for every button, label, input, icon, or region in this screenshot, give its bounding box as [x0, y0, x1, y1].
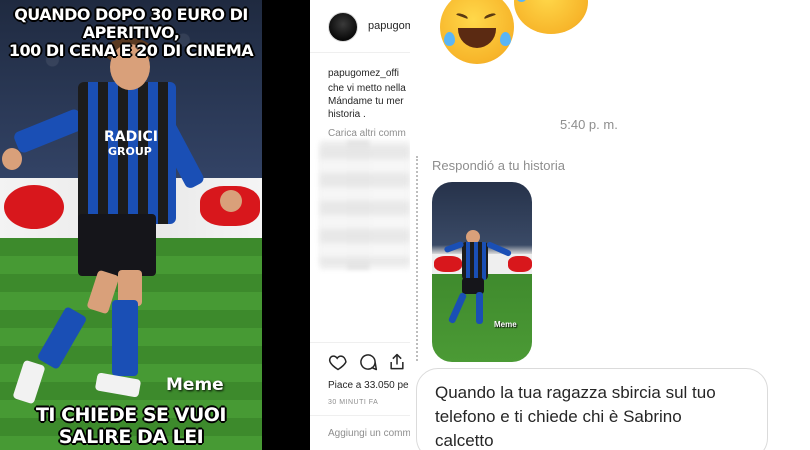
- story-reply-label: Respondió a tu historia: [432, 158, 565, 173]
- divider: [310, 52, 410, 53]
- message-line-3: calcetto: [435, 431, 494, 450]
- story-thumbnail[interactable]: Meme: [432, 182, 532, 362]
- reply-indicator-line: [416, 156, 418, 361]
- laughing-emoji-icon: [514, 0, 588, 34]
- instagram-post: papugom papugomez_offi che vi metto nell…: [310, 0, 410, 450]
- meme-bottom-caption: TI CHIEDE SE VUOI SALIRE DA LEI: [0, 404, 262, 448]
- shirt-sponsor: RADICI: [104, 129, 158, 145]
- blurred-comments-overlay: [320, 145, 410, 265]
- caption-line-2: Mándame tu mer: [328, 96, 404, 107]
- avatar[interactable]: [328, 12, 358, 42]
- divider: [310, 415, 410, 416]
- meme-watermark: Meme: [166, 375, 224, 395]
- laughing-emoji-icon: [440, 0, 514, 64]
- message-line-1: Quando la tua ragazza sbircia sul tuo: [435, 383, 716, 402]
- message-timestamp: 5:40 p. m.: [560, 117, 618, 132]
- shirt-sponsor-group: GROUP: [108, 145, 152, 158]
- meme-bottom-caption-line2: SALIRE DA LEI: [58, 426, 204, 448]
- divider: [310, 342, 410, 343]
- message-line-2: telefono e ti chiede chi è Sabrino: [435, 407, 682, 426]
- meme-top-caption-line1: QUANDO DOPO 30 EURO DI APERITIVO,: [14, 5, 248, 42]
- likes-count[interactable]: Piace a 33.050 pe: [328, 380, 409, 391]
- caption-line-1: che vi metto nella: [328, 83, 406, 94]
- post-timestamp: 30 MINUTI FA: [328, 399, 379, 406]
- share-icon[interactable]: [387, 352, 407, 372]
- heart-icon[interactable]: [328, 352, 348, 372]
- meme-image: RADICI GROUP QUANDO DOPO 30 EURO DI APER…: [0, 0, 262, 450]
- direct-message-thread: 5:40 p. m. Respondió a tu historia Meme …: [410, 0, 810, 450]
- meme-top-caption-line2: 100 DI CENA E 20 DI CINEMA: [8, 41, 254, 60]
- add-comment-input[interactable]: Aggiungi un comm: [328, 428, 410, 439]
- divider-strip: [262, 0, 310, 450]
- story-watermark: Meme: [494, 320, 517, 329]
- caption-username[interactable]: papugomez_offi: [328, 68, 399, 79]
- meme-bottom-caption-line1: TI CHIEDE SE VUOI: [35, 404, 227, 426]
- caption-line-3: historia .: [328, 109, 366, 120]
- meme-top-caption: QUANDO DOPO 30 EURO DI APERITIVO, 100 DI…: [0, 6, 262, 60]
- comment-icon[interactable]: [358, 352, 378, 372]
- post-username[interactable]: papugom: [368, 20, 410, 32]
- message-bubble: Quando la tua ragazza sbircia sul tuo te…: [416, 368, 768, 450]
- load-more-comments-link[interactable]: Carica altri comm: [328, 128, 406, 139]
